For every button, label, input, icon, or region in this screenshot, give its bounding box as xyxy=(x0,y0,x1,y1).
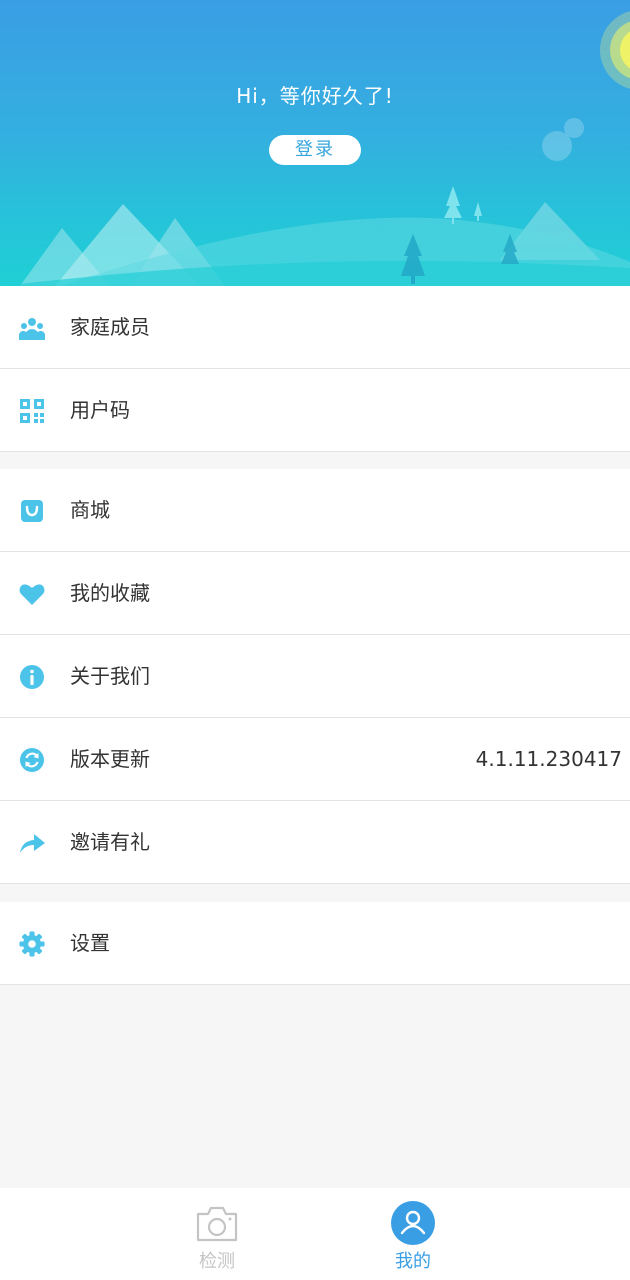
menu-group-settings: 设置 xyxy=(0,902,630,985)
info-icon xyxy=(18,663,46,691)
menu-item-label: 邀请有礼 xyxy=(70,830,150,854)
bottom-tab-bar: 检测 我的 xyxy=(0,1188,630,1280)
heart-icon xyxy=(18,580,46,608)
menu-item-label: 版本更新 xyxy=(70,747,150,771)
gear-icon xyxy=(18,930,46,958)
tab-detect[interactable]: 检测 xyxy=(157,1188,277,1280)
menu-item-invite[interactable]: 邀请有礼 xyxy=(0,801,630,884)
share-icon xyxy=(18,829,46,857)
camera-icon xyxy=(194,1200,240,1246)
menu-item-label: 设置 xyxy=(70,931,110,955)
refresh-icon xyxy=(18,746,46,774)
login-button[interactable]: 登录 xyxy=(269,135,361,165)
menu-item-label: 家庭成员 xyxy=(70,315,150,339)
greeting-text: Hi，等你好久了! xyxy=(236,84,394,108)
tab-label: 检测 xyxy=(199,1251,235,1272)
menu-item-label: 商城 xyxy=(70,498,110,522)
menu-item-about-us[interactable]: 关于我们 xyxy=(0,635,630,718)
qrcode-icon xyxy=(18,397,46,425)
family-icon xyxy=(18,314,46,342)
menu-item-label: 用户码 xyxy=(70,398,130,422)
tab-mine[interactable]: 我的 xyxy=(353,1188,473,1280)
menu-group-main: 商城 我的收藏 关于我们 版本更新 4.1.11.230417 邀请有礼 xyxy=(0,469,630,884)
menu-item-settings[interactable]: 设置 xyxy=(0,902,630,985)
menu-group-account: 家庭成员 用户码 xyxy=(0,286,630,452)
menu-item-version-update[interactable]: 版本更新 4.1.11.230417 xyxy=(0,718,630,801)
menu-item-user-code[interactable]: 用户码 xyxy=(0,369,630,452)
user-icon xyxy=(390,1200,436,1246)
menu-item-label: 我的收藏 xyxy=(70,581,150,605)
shop-bag-icon xyxy=(18,497,46,525)
menu-item-shop[interactable]: 商城 xyxy=(0,469,630,552)
menu-item-family-members[interactable]: 家庭成员 xyxy=(0,286,630,369)
tab-label: 我的 xyxy=(395,1251,431,1272)
version-number: 4.1.11.230417 xyxy=(475,747,622,771)
menu-item-label: 关于我们 xyxy=(70,664,150,688)
menu-item-favorites[interactable]: 我的收藏 xyxy=(0,552,630,635)
profile-header: Hi，等你好久了! 登录 xyxy=(0,0,630,286)
